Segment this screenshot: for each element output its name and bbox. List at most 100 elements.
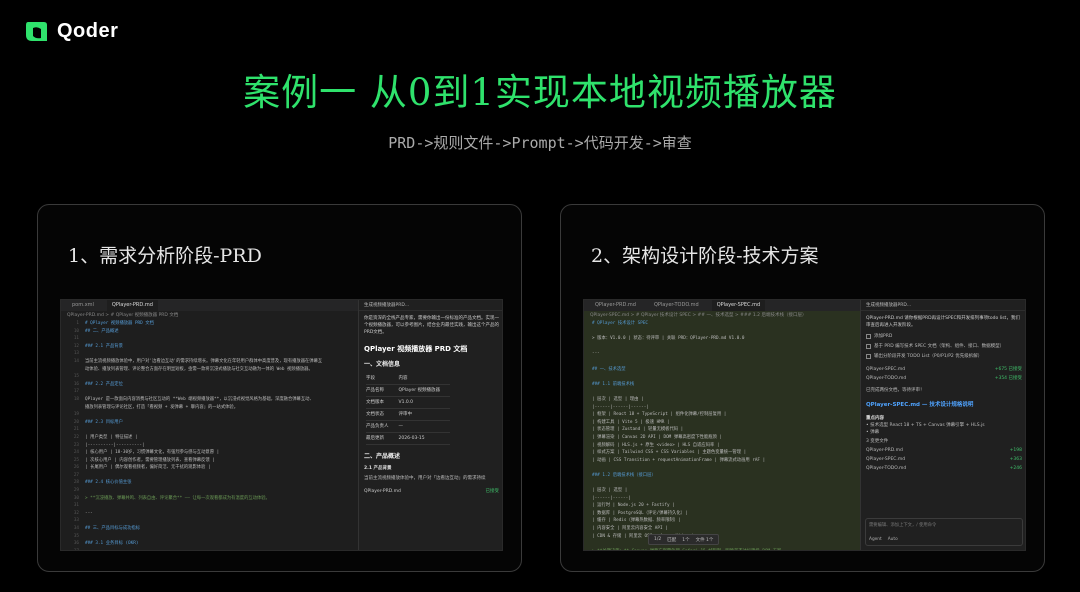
code-line: 动体验、播放列表管理、评论整合方面存在明显短板，亟需一款将沉浸式播放与社交互动融…: [61, 366, 358, 374]
line-number: 27: [73, 472, 79, 478]
chat-input[interactable]: 需要编辑、添加上下文，/ 使用命令 Agent Auto: [865, 518, 1023, 546]
line-gutter: [584, 487, 592, 495]
prd-screenshot: pom.xml QPlayer-PRD.md QPlayer-PRD.md > …: [60, 299, 503, 551]
qoder-logo-icon: [24, 19, 49, 44]
code-line: ### 1.1 前端技术栈: [584, 381, 860, 389]
table-cell: —: [398, 420, 450, 433]
line-gutter: [584, 404, 592, 412]
spec-link[interactable]: QPlayer-SPEC.md — 技术设计规格说明: [866, 402, 1022, 409]
task-label: 基于 PRD 编写技术 SPEC 文档（架构、组件、接口、数据模型）: [874, 344, 1005, 349]
prd-chat-panel: 生成视频播放器PRD... 你是资深的全栈产品专家，需要你输出一份标准的产品文档…: [358, 300, 502, 550]
line-text: ### 1.2 后端技术栈（接口层）: [592, 472, 656, 478]
line-number: 20: [73, 419, 79, 425]
code-line: > 版本：V1.0.0 | 状态：待评审 | 关联 PRD：QPlayer-PR…: [584, 335, 860, 343]
breadcrumb: QPlayer-PRD.md > # QPlayer 视频播放器 PRD 文档: [67, 313, 179, 318]
line-text: |------|------|: [592, 495, 631, 501]
task-item[interactable]: 添加PRD: [866, 333, 1022, 340]
changed-file-delta: +363: [1009, 457, 1022, 462]
line-gutter: [584, 358, 592, 366]
line-text: | 状态管理 | Zustand | 轻量无模板代码 |: [592, 427, 684, 433]
line-text: |----------|----------|: [85, 442, 145, 448]
table-cell: 文档版本: [366, 396, 399, 409]
line-number: 16: [73, 381, 79, 387]
line-gutter: [584, 464, 592, 472]
tab-spec[interactable]: QPlayer-SPEC.md: [711, 300, 766, 311]
code-line: [584, 479, 860, 487]
tab-pom[interactable]: pom.xml: [67, 300, 99, 311]
line-number: 18: [73, 396, 79, 402]
bullet-item: • 弹幕: [866, 430, 880, 435]
mode-select[interactable]: Agent: [869, 537, 882, 542]
line-gutter: [584, 419, 592, 427]
line-text: ### 2.4 核心价值主张: [85, 480, 132, 486]
chat-reply: 已完成两份文档，等待评审！: [866, 388, 925, 393]
table-header: 内容: [398, 373, 450, 385]
changed-file[interactable]: QPlayer-PRD.md +198: [866, 447, 1022, 454]
line-number: 13: [73, 351, 79, 357]
line-gutter: [584, 495, 592, 503]
code-line: 18 QPlayer 是一款面向内容消费与社区互动的 **Web 端视频播放器**…: [61, 396, 358, 404]
changed-files-heading[interactable]: 3 变更文件: [866, 438, 1022, 445]
line-text: ## 二、产品概述: [85, 328, 119, 334]
line-text: |------|------|------|: [592, 404, 649, 410]
code-line: | 动画 | CSS Transition + requestAnimation…: [584, 457, 860, 465]
code-line: 31: [61, 502, 358, 510]
line-number: 14: [73, 358, 79, 364]
editor-tabbar: QPlayer-PRD.md QPlayer-TODO.md QPlayer-S…: [584, 300, 860, 311]
line-gutter: [584, 434, 592, 442]
line-gutter: [584, 396, 592, 404]
line-text: | 运行时 | Node.js 20 + Fastify |: [592, 503, 675, 509]
spec-editor: QPlayer-PRD.md QPlayer-TODO.md QPlayer-S…: [584, 300, 860, 550]
panel-prd-title: 1、需求分析阶段-PRD: [68, 245, 262, 267]
task-item[interactable]: 基于 PRD 编写技术 SPEC 文档（架构、组件、接口、数据模型）: [866, 343, 1022, 350]
key-heading: 重点内容: [866, 416, 884, 421]
code-line: 21: [61, 426, 358, 434]
line-number: 37: [61, 548, 85, 550]
editor-tabbar: pom.xml QPlayer-PRD.md: [61, 300, 358, 311]
code-line: | 状态管理 | Zustand | 轻量无模板代码 |: [584, 426, 860, 434]
line-text: ## 三、产品目标与成功指标: [85, 526, 141, 532]
file-chip[interactable]: QPlayer-TODO.md +354 已接受: [866, 375, 1022, 382]
task-item[interactable]: 输出分阶段开发 TODO List（P0/P1/P2 优先级拆解）: [866, 353, 1022, 360]
line-text: 动体验、播放列表管理、评论整合方面存在明显短板，亟需一款将沉浸式播放与社交互动融…: [85, 366, 313, 372]
code-line: 24 | 核心用户 | 18-30岁，习惯弹幕文化，有强烈参与感与互动意愿 |: [61, 449, 358, 457]
code-line: [584, 540, 860, 548]
table-cell: 文档状态: [366, 408, 399, 421]
line-text: ### 1.1 前端技术栈: [592, 381, 635, 387]
line-text: # QPlayer 视频播放器 PRD 文档: [85, 321, 154, 326]
line-gutter: [584, 502, 592, 510]
file-chip[interactable]: QPlayer-PRD.md 已接受: [364, 488, 499, 495]
line-text: | 次核心用户 | 内容创作者，需要管理播放列表、查看弹幕反馈 |: [85, 457, 215, 463]
code-line: 16 ### 2.2 产品定位: [61, 381, 358, 389]
line-text: # QPlayer 技术设计 SPEC: [592, 321, 648, 326]
line-text: > **沉浸播放、弹幕共鸣、列表自由、评论聚合** —— 让每一次观看都成为有温…: [85, 495, 270, 501]
page-title: 案例一 从0到1实现本地视频播放器: [243, 71, 837, 114]
code-area[interactable]: # QPlayer 技术设计 SPEC > 版本：V1.0.0 | 状态：待评审 …: [584, 320, 860, 550]
line-gutter: [584, 328, 592, 336]
line-number: 36: [73, 541, 79, 547]
line-text: ### 2.1 产品背景: [85, 343, 123, 349]
model-select[interactable]: Auto: [888, 537, 898, 542]
code-line: 32 ---: [61, 510, 358, 518]
code-line: ## 一、技术选型: [584, 366, 860, 374]
changed-file[interactable]: QPlayer-SPEC.md +363: [866, 456, 1022, 463]
code-line: | 框架 | React 18 + TypeScript | 组件化弹幕/控制层…: [584, 411, 860, 419]
doc-section-2: 二、产品概述: [364, 453, 401, 460]
line-text: | 长尾用户 | 偶尔观看视频者，偏好简洁、无干扰的观影体验 |: [85, 465, 211, 471]
chat-user-message: 你是资深的全栈产品专家，需要你输出一份标准的产品文档。实现一个视频播放器，可以参…: [364, 316, 499, 335]
task-label: 添加PRD: [874, 334, 893, 339]
find-bar[interactable]: 1/2 匹配 1个 文件 1个: [648, 534, 720, 545]
code-line: 1 # QPlayer 视频播放器 PRD 文档: [61, 320, 358, 328]
code-line: | 视频解码 | HLS.js + 原生 <video> | HLS 自适应码率…: [584, 442, 860, 450]
code-line: 27: [61, 472, 358, 480]
code-line: > **关键决策：** Canvas 弹幕方案需处理 Safari 15 帧限制…: [584, 548, 860, 550]
file-chip[interactable]: QPlayer-SPEC.md +675 已接受: [866, 366, 1022, 373]
changed-file[interactable]: QPlayer-TODO.md +246: [866, 465, 1022, 472]
code-line: 播放列表管理与评论社区，打造「看视频 + 发弹幕 + 聊内容」的一站式体验。: [61, 404, 358, 412]
tab-prd[interactable]: QPlayer-PRD.md: [590, 300, 641, 311]
tab-prd[interactable]: QPlayer-PRD.md: [106, 300, 158, 311]
tab-todo[interactable]: QPlayer-TODO.md: [649, 300, 704, 311]
line-gutter: [584, 388, 592, 396]
code-area[interactable]: 1 # QPlayer 视频播放器 PRD 文档 10 ## 二、产品概述 11 12 ##…: [61, 320, 358, 550]
code-line: | 数据库 | PostgreSQL（评论/弹幕持久化）|: [584, 510, 860, 518]
